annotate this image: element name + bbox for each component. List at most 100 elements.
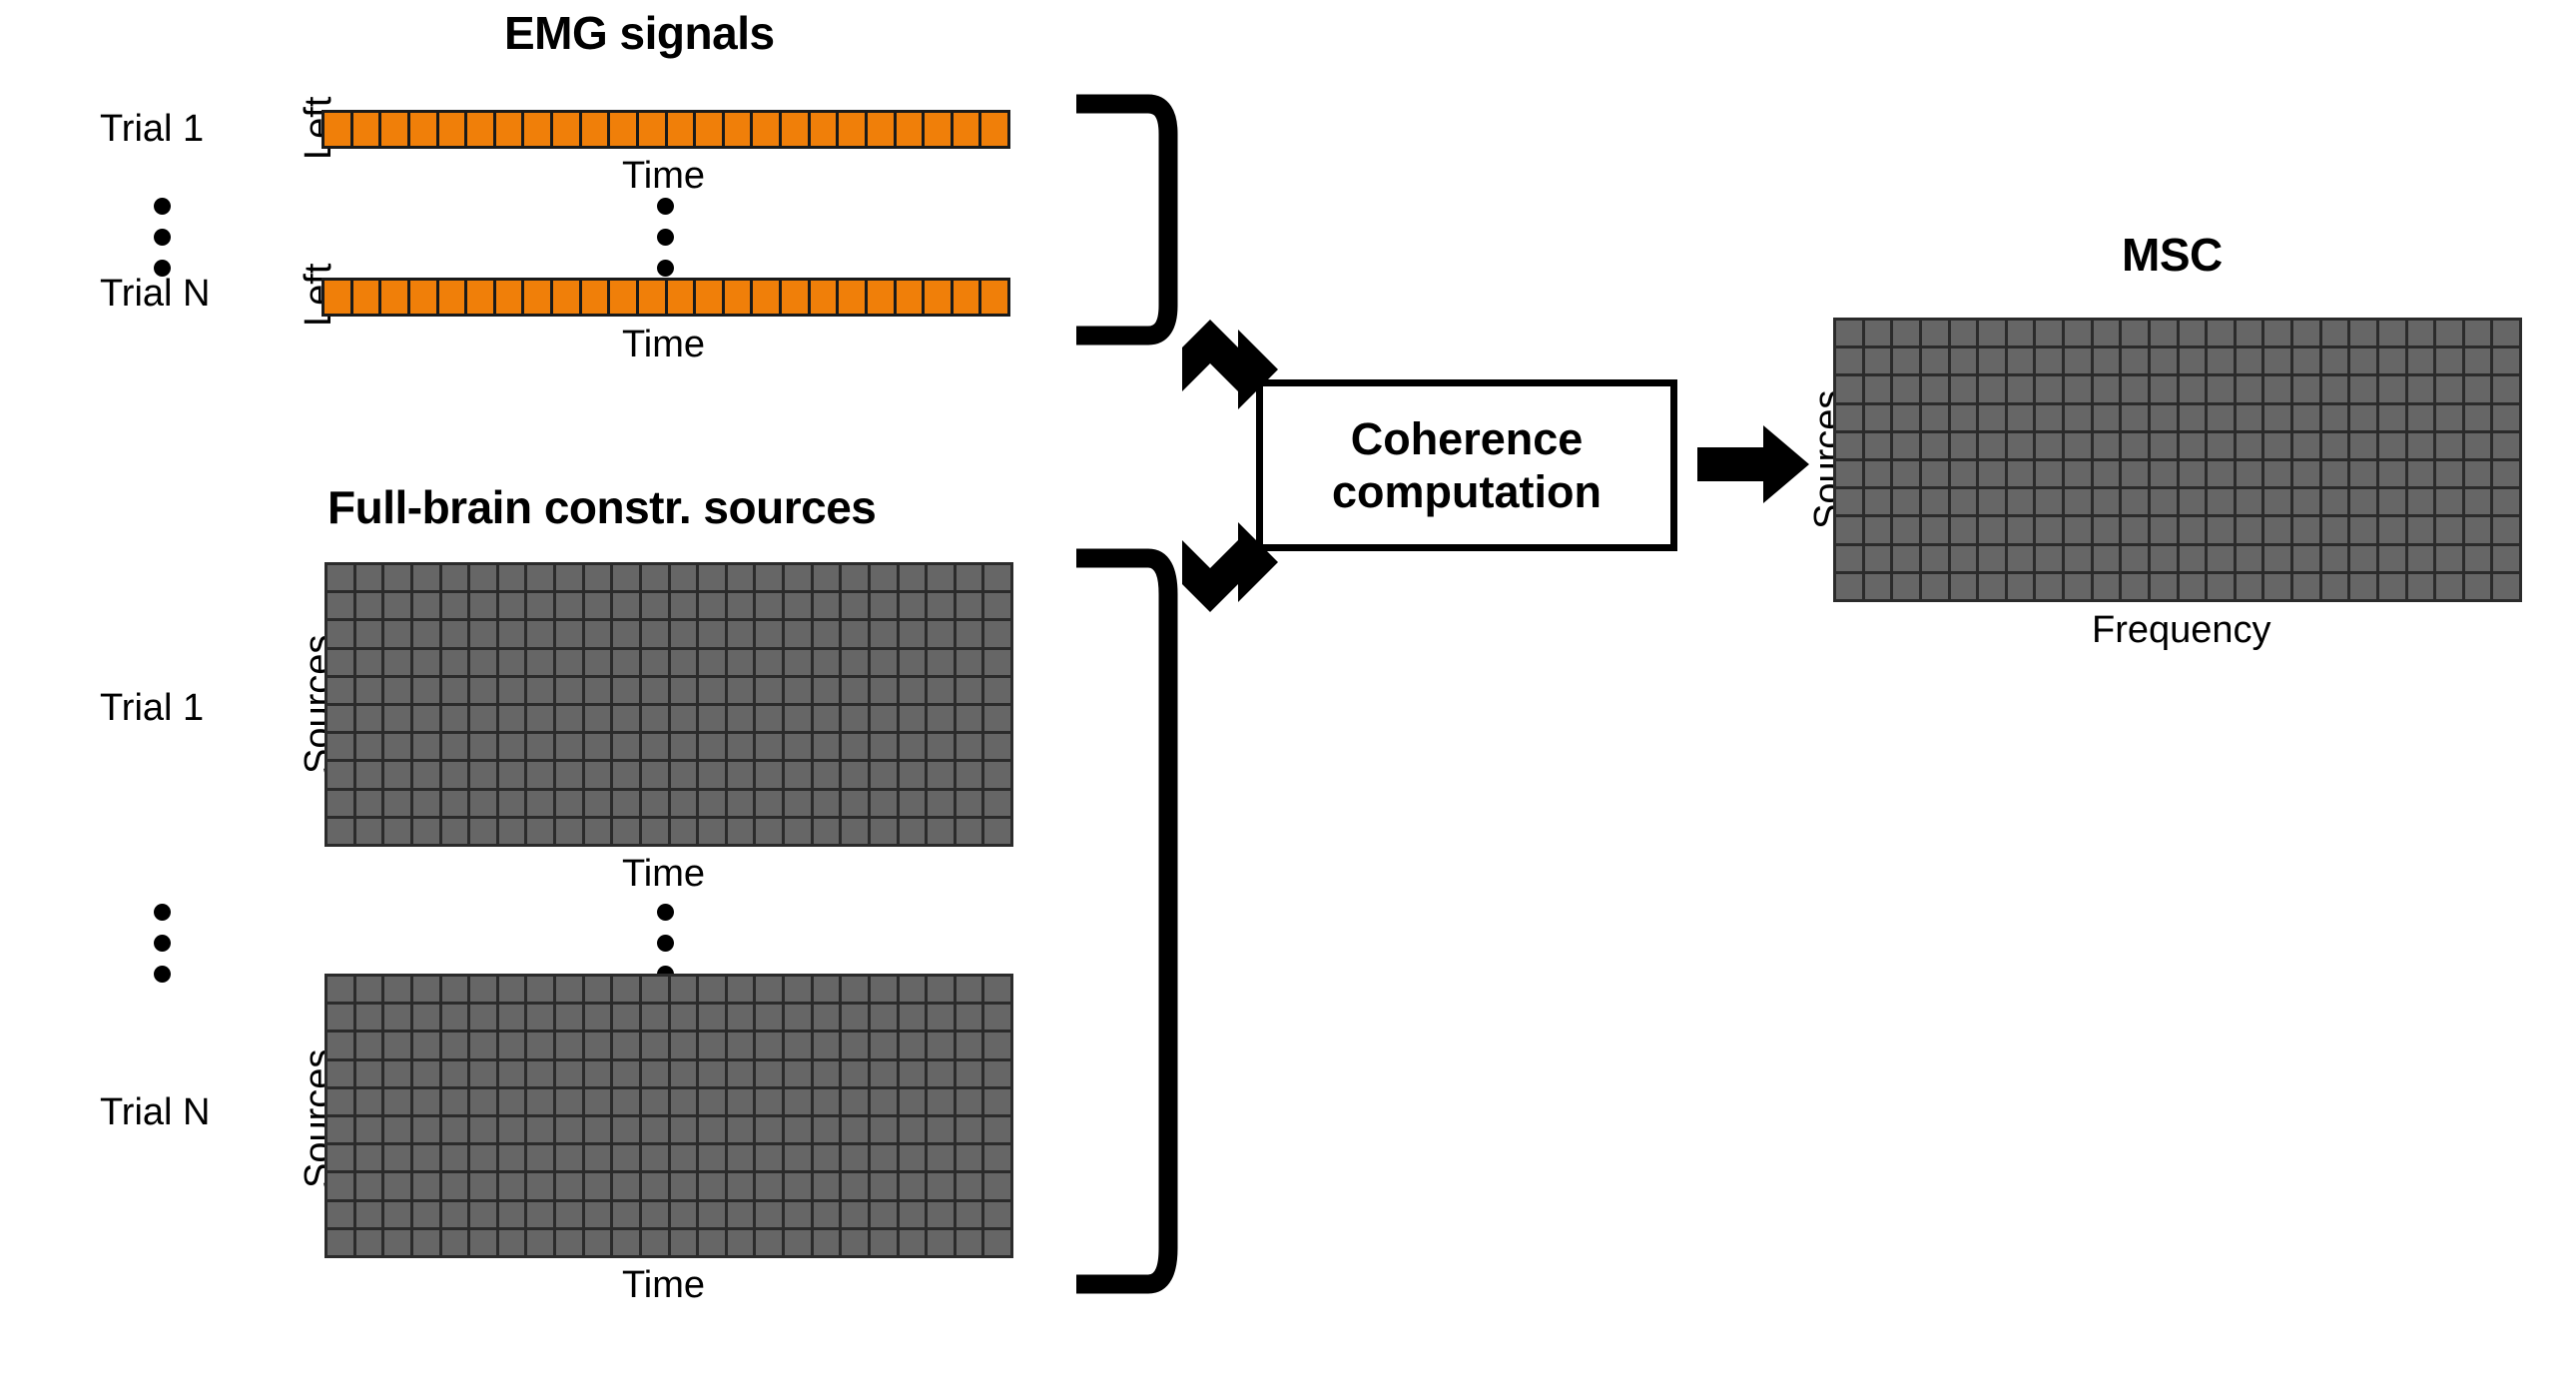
msc-cell: [1921, 432, 1948, 458]
sources-cell: [727, 1088, 754, 1114]
sources-cell: [527, 1117, 553, 1143]
msc-cell: [2150, 432, 2177, 458]
msc-cell: [2208, 376, 2234, 402]
msc-cell: [2264, 432, 2290, 458]
sources-cell: [384, 734, 410, 760]
coherence-computation-box[interactable]: Coherence computation: [1256, 379, 1677, 551]
msc-cell: [2464, 545, 2491, 571]
msc-cell: [1864, 404, 1891, 430]
sources-cell: [641, 1229, 668, 1255]
sources-cell: [899, 762, 926, 788]
sources-cell: [613, 677, 639, 703]
sources-cell: [956, 1005, 982, 1031]
sources-cell: [756, 1229, 782, 1255]
sources-cell: [613, 790, 639, 816]
sources-cell: [984, 734, 1010, 760]
sources-cell: [470, 1005, 496, 1031]
sources-cell: [498, 1201, 525, 1227]
msc-cell: [2493, 461, 2519, 487]
sources-cell: [870, 1229, 897, 1255]
sources-cell: [498, 977, 525, 1003]
emg-cell: [324, 113, 350, 146]
sources-cell: [441, 1229, 468, 1255]
sources-cell: [327, 1033, 353, 1058]
msc-cell: [1864, 461, 1891, 487]
sources-cell: [527, 1005, 553, 1031]
sources-cell: [842, 1145, 868, 1171]
sources-cell: [384, 621, 410, 647]
sources-cell: [327, 621, 353, 647]
ellipsis-dot: [657, 260, 674, 277]
sources-cell: [842, 1201, 868, 1227]
sources-cell: [584, 706, 611, 732]
emg-cell: [867, 113, 894, 146]
sources-cell: [670, 1201, 697, 1227]
msc-cell: [2036, 461, 2062, 487]
sources-cell: [641, 621, 668, 647]
sources-cell: [613, 1229, 639, 1255]
msc-cell: [2378, 517, 2405, 543]
sources-cell: [584, 621, 611, 647]
msc-cell: [1864, 489, 1891, 515]
sources-cell: [613, 706, 639, 732]
sources-cell: [527, 1145, 553, 1171]
msc-cell: [2493, 432, 2519, 458]
sources-cell: [813, 818, 840, 844]
msc-cell: [2264, 376, 2290, 402]
sources-cell: [727, 593, 754, 619]
sources-cell: [527, 1201, 553, 1227]
msc-cell: [1921, 404, 1948, 430]
sources-cell: [928, 1173, 954, 1199]
sources-cell: [756, 1033, 782, 1058]
sources-cell: [412, 706, 439, 732]
sources-cell: [441, 677, 468, 703]
msc-cell: [2350, 489, 2376, 515]
sources-cell: [355, 762, 382, 788]
sources-cell: [670, 1088, 697, 1114]
sources-cell: [813, 1005, 840, 1031]
msc-cell: [2007, 461, 2034, 487]
msc-cell: [2464, 404, 2491, 430]
sources-cell: [584, 565, 611, 591]
msc-cell: [2236, 461, 2262, 487]
emg-cell: [696, 281, 722, 314]
sources-cell: [556, 1033, 582, 1058]
sources-cell: [527, 977, 553, 1003]
sources-cell: [727, 762, 754, 788]
msc-cell: [1864, 517, 1891, 543]
msc-cell: [2436, 545, 2462, 571]
msc-cell: [1950, 376, 1977, 402]
sources-cell: [498, 593, 525, 619]
sources-cell: [928, 621, 954, 647]
sources-cell: [699, 1229, 725, 1255]
msc-cell: [2464, 376, 2491, 402]
msc-cell: [1979, 348, 2005, 374]
coherence-box-line-1: Coherence: [1350, 412, 1584, 464]
sources-cell: [527, 677, 553, 703]
sources-cell: [870, 565, 897, 591]
msc-cell: [2350, 545, 2376, 571]
sources-cell: [355, 1005, 382, 1031]
msc-cell: [1893, 432, 1919, 458]
msc-cell: [1864, 432, 1891, 458]
sources-cell: [441, 593, 468, 619]
sources-panel-title: Full-brain constr. sources: [327, 481, 877, 533]
sources-matrix-trial-n: [324, 974, 1013, 1258]
sources-cell: [670, 1117, 697, 1143]
msc-cell: [2436, 573, 2462, 599]
emg-cell: [553, 281, 579, 314]
emg-cell: [438, 281, 465, 314]
msc-cell: [1979, 517, 2005, 543]
msc-cell: [1893, 517, 1919, 543]
sources-cell: [956, 790, 982, 816]
sources-cell: [556, 1201, 582, 1227]
sources-cell: [699, 1117, 725, 1143]
sources-cell: [441, 1173, 468, 1199]
msc-cell: [1893, 321, 1919, 346]
msc-cell: [1836, 404, 1862, 430]
msc-cell: [2407, 348, 2434, 374]
sources-cell: [984, 706, 1010, 732]
sources-cell: [470, 790, 496, 816]
msc-cell: [2236, 404, 2262, 430]
sources-cell: [384, 1117, 410, 1143]
